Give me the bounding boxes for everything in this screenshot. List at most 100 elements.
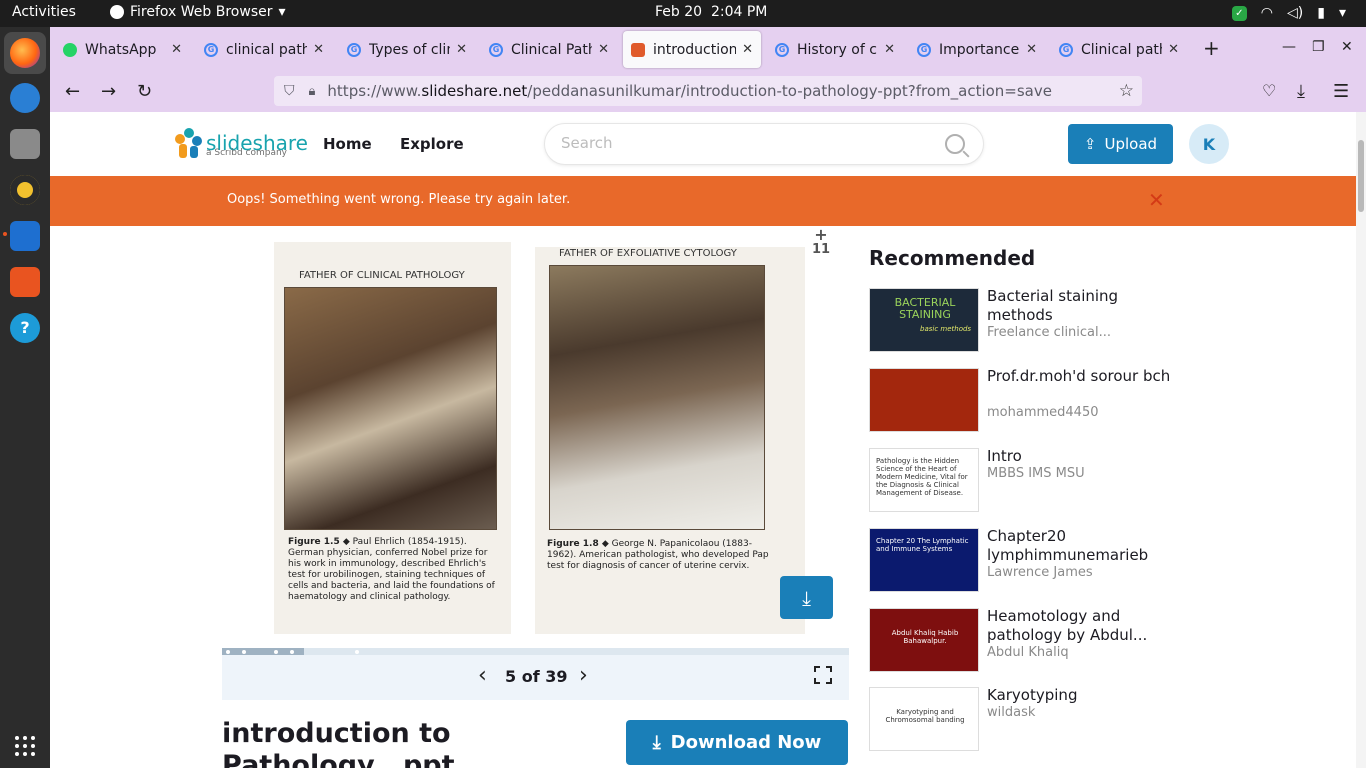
tab-clinical-patho-2[interactable]: G Clinical Patho ✕	[481, 31, 617, 68]
page-add-badge[interactable]: + 11	[806, 226, 836, 274]
software-center-dock-icon[interactable]	[10, 267, 40, 297]
portrait-paul-ehrlich	[284, 287, 497, 530]
slide-download-button[interactable]: ⤓	[780, 576, 833, 619]
show-apps-icon[interactable]	[15, 736, 35, 756]
maximize-icon[interactable]: ❐	[1312, 39, 1325, 55]
tab-importance-o[interactable]: G Importance o ✕	[909, 31, 1045, 68]
recommended-title[interactable]: Intro	[987, 447, 1187, 466]
caption-figure-label: Figure 1.8 ◆	[547, 539, 609, 549]
slide-marker[interactable]	[226, 650, 230, 654]
pocket-icon[interactable]: ♡	[1262, 81, 1276, 100]
page-scrollbar[interactable]	[1356, 112, 1366, 768]
recommended-thumbnail[interactable]: Pathology is the Hidden Science of the H…	[869, 448, 979, 512]
close-tab-icon[interactable]: ✕	[884, 42, 895, 57]
next-slide-icon[interactable]: ›	[579, 663, 588, 688]
nav-home[interactable]: Home	[323, 135, 372, 153]
recommended-thumbnail[interactable]: Chapter 20 The Lymphatic and Immune Syst…	[869, 528, 979, 592]
thumbnail-text: Karyotyping and Chromosomal banding	[885, 708, 965, 724]
activities-button[interactable]: Activities	[12, 4, 76, 20]
recommended-author[interactable]: Abdul Khaliq	[987, 645, 1069, 660]
slide-image[interactable]: FATHER OF CLINICAL PATHOLOGY Figure 1.5 …	[272, 242, 807, 634]
close-tab-icon[interactable]: ✕	[1168, 42, 1179, 57]
hamburger-menu-icon[interactable]: ☰	[1333, 81, 1349, 102]
url-text[interactable]: https://www.slideshare.net/peddanasunilk…	[327, 82, 1052, 100]
recommended-title[interactable]: Chapter20 lymphimmunemarieb	[987, 527, 1187, 565]
thunderbird-dock-icon[interactable]	[10, 83, 40, 113]
system-tray[interactable]: ✓ ◠ ◁) ▮ ▾	[1231, 5, 1346, 21]
recommended-item[interactable]: Abdul Khaliq Habib Bahawalpur. Heamotolog…	[869, 607, 1189, 672]
new-tab-icon[interactable]: +	[1203, 36, 1220, 60]
lock-icon[interactable]: 🔒︎	[309, 84, 316, 99]
tab-clinical-patho[interactable]: G clinical patho ✕	[196, 31, 332, 68]
downloads-icon[interactable]: ⤓	[1297, 81, 1305, 102]
close-window-icon[interactable]: ✕	[1341, 39, 1353, 55]
photo-caption: Figure 1.5 ◆ Paul Ehrlich (1854-1915). G…	[288, 537, 500, 603]
recommended-title[interactable]: Karyotyping	[987, 686, 1187, 705]
download-now-button[interactable]: ⤓ Download Now	[626, 720, 848, 765]
slide-marker[interactable]	[274, 650, 278, 654]
user-avatar[interactable]: K	[1189, 124, 1229, 164]
back-arrow-icon[interactable]: ←	[65, 81, 80, 102]
web-page: slideshare a Scribd company Home Explore…	[50, 112, 1356, 768]
recommended-item[interactable]: Karyotyping and Chromosomal banding Karyo…	[869, 686, 1189, 751]
tab-types-of-clin[interactable]: G Types of clin ✕	[339, 31, 475, 68]
slide-progress-bar[interactable]	[222, 648, 849, 655]
close-tab-icon[interactable]: ✕	[742, 42, 753, 57]
url-bar[interactable]: ⛉ 🔒︎ https://www.slideshare.net/peddanas…	[274, 76, 1142, 106]
close-tab-icon[interactable]: ✕	[171, 42, 182, 57]
search-icon[interactable]	[945, 134, 965, 154]
close-tab-icon[interactable]: ✕	[456, 42, 467, 57]
recommended-thumbnail[interactable]: BACTERIAL STAINING basic methods	[869, 288, 979, 352]
recommended-author[interactable]: Freelance clinical...	[987, 325, 1111, 340]
forward-arrow-icon[interactable]: →	[101, 81, 116, 102]
app-menu[interactable]: Firefox Web Browser ▾	[110, 4, 286, 20]
close-banner-icon[interactable]: ✕	[1148, 188, 1165, 212]
tab-whatsapp[interactable]: WhatsApp ✕	[55, 31, 190, 68]
recommended-thumbnail[interactable]	[869, 368, 979, 432]
search-input[interactable]	[561, 134, 921, 152]
slide-marker[interactable]	[355, 650, 359, 654]
close-tab-icon[interactable]: ✕	[598, 42, 609, 57]
url-prefix: https://www.	[327, 82, 422, 100]
power-menu-icon: ▾	[1338, 5, 1346, 21]
recommended-title[interactable]: Heamotology and pathology by Abdul...	[987, 607, 1187, 645]
recommended-author[interactable]: wildask	[987, 705, 1035, 720]
slideshare-logo[interactable]: slideshare a Scribd company	[175, 128, 308, 158]
rhythmbox-dock-icon[interactable]	[10, 175, 40, 205]
recommended-item[interactable]: Chapter 20 The Lymphatic and Immune Syst…	[869, 527, 1189, 592]
tab-history-of-cli[interactable]: G History of cli ✕	[767, 31, 903, 68]
previous-slide-icon[interactable]: ‹	[478, 663, 487, 688]
nav-explore[interactable]: Explore	[400, 135, 464, 153]
add-icon: +	[814, 225, 828, 244]
reload-icon[interactable]: ↻	[137, 81, 152, 102]
photo-title: FATHER OF CLINICAL PATHOLOGY	[299, 270, 465, 281]
clock[interactable]: Feb 20 2:04 PM	[655, 4, 767, 20]
recommended-thumbnail[interactable]: Abdul Khaliq Habib Bahawalpur.	[869, 608, 979, 672]
fullscreen-icon[interactable]	[814, 666, 832, 684]
close-tab-icon[interactable]: ✕	[313, 42, 324, 57]
recommended-item[interactable]: BACTERIAL STAINING basic methods Bacterial…	[869, 287, 1189, 352]
slide-marker[interactable]	[290, 650, 294, 654]
recommended-title[interactable]: Prof.dr.moh'd sorour bch	[987, 367, 1187, 386]
help-dock-icon[interactable]: ?	[10, 313, 40, 343]
upload-button[interactable]: ⇪ Upload	[1068, 124, 1173, 164]
files-dock-icon[interactable]	[10, 129, 40, 159]
recommended-item[interactable]: Prof.dr.moh'd sorour bch mohammed4450	[869, 367, 1189, 432]
tab-clinical-path[interactable]: G Clinical path ✕	[1051, 31, 1187, 68]
firefox-dock-icon[interactable]	[10, 38, 40, 68]
recommended-author[interactable]: MBBS IMS MSU	[987, 466, 1085, 481]
close-tab-icon[interactable]: ✕	[1026, 42, 1037, 57]
tab-introduction[interactable]: introduction ✕	[623, 31, 761, 68]
writer-dock-icon[interactable]	[10, 221, 40, 251]
slide-marker[interactable]	[242, 650, 246, 654]
recommended-thumbnail[interactable]: Karyotyping and Chromosomal banding	[869, 687, 979, 751]
recommended-title[interactable]: Bacterial staining methods	[987, 287, 1187, 325]
recommended-author[interactable]: Lawrence James	[987, 565, 1093, 580]
bookmark-star-icon[interactable]: ☆	[1119, 81, 1134, 101]
scrollbar-thumb[interactable]	[1358, 140, 1364, 212]
tracking-protection-icon[interactable]: ⛉	[284, 83, 295, 99]
photo-title: FATHER OF EXFOLIATIVE CYTOLOGY	[559, 248, 737, 259]
recommended-item[interactable]: Pathology is the Hidden Science of the H…	[869, 447, 1189, 512]
recommended-author[interactable]: mohammed4450	[987, 405, 1098, 420]
minimize-icon[interactable]: —	[1282, 39, 1296, 55]
